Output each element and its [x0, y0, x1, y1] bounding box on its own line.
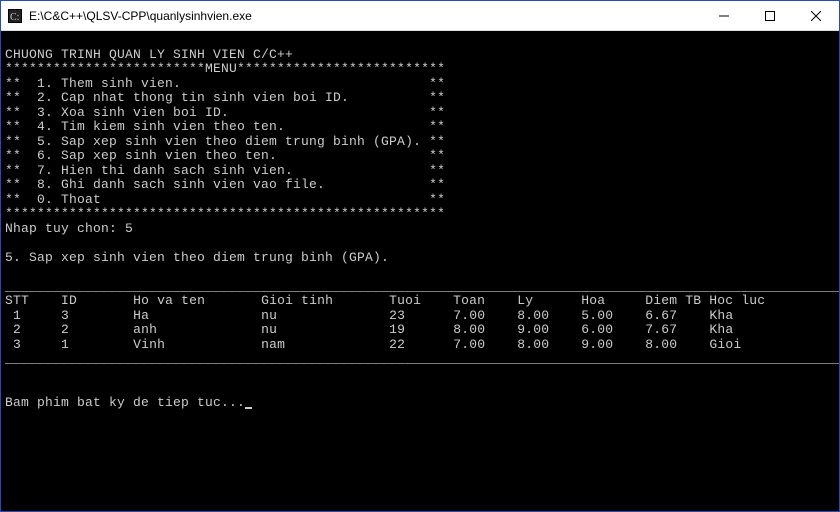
- col-gender: Gioi tinh: [261, 293, 333, 308]
- menu-item: ** 5. Sap xep sinh vien theo diem trung …: [5, 135, 835, 150]
- col-toan: Toan: [453, 293, 485, 308]
- menu-item: ** 0. Thoat **: [5, 193, 835, 208]
- col-hocluc: Hoc luc: [709, 293, 765, 308]
- continue-prompt: Bam phim bat ky de tiep tuc...: [5, 395, 245, 410]
- menu-separator-top: *************************MENU***********…: [5, 61, 445, 76]
- program-header: CHUONG TRINH QUAN LY SINH VIEN C/C++: [5, 47, 293, 62]
- text-cursor: [245, 407, 252, 409]
- col-age: Tuoi: [389, 293, 421, 308]
- col-ly: Ly: [517, 293, 533, 308]
- table-rule: ________________________________________…: [5, 279, 839, 294]
- col-stt: STT: [5, 293, 29, 308]
- menu-item: ** 4. Tim kiem sinh vien theo ten. **: [5, 120, 835, 135]
- col-tb: Diem TB: [645, 293, 701, 308]
- table-row: 2 2 anh nu 19 8.00 9.00 6.00 7.67 Kha: [5, 322, 733, 337]
- menu-item: ** 1. Them sinh vien. **: [5, 77, 835, 92]
- table-rule: ________________________________________…: [5, 351, 839, 366]
- window-controls: [701, 1, 839, 30]
- menu-separator-bottom: ****************************************…: [5, 207, 835, 222]
- maximize-button[interactable]: [747, 1, 793, 30]
- selection-echo: 5. Sap xep sinh vien theo diem trung bin…: [5, 250, 389, 265]
- col-hoa: Hoa: [581, 293, 605, 308]
- menu-item: ** 3. Xoa sinh vien boi ID. **: [5, 106, 835, 121]
- svg-text:C:: C:: [10, 12, 19, 23]
- app-icon: C:: [7, 8, 23, 24]
- titlebar[interactable]: C: E:\C&C++\QLSV-CPP\quanlysinhvien.exe: [1, 1, 839, 31]
- close-button[interactable]: [793, 1, 839, 30]
- col-id: ID: [61, 293, 77, 308]
- window-title: E:\C&C++\QLSV-CPP\quanlysinhvien.exe: [29, 9, 701, 23]
- input-prompt: Nhap tuy chon: 5: [5, 221, 133, 236]
- table-header-row: STT ID Ho va ten Gioi tinh Tuoi Toan Ly …: [5, 293, 765, 308]
- menu-item: ** 8. Ghi danh sach sinh vien vao file. …: [5, 178, 835, 193]
- table-row: 3 1 Vinh nam 22 7.00 8.00 9.00 8.00 Gioi: [5, 337, 741, 352]
- minimize-button[interactable]: [701, 1, 747, 30]
- col-name: Ho va ten: [133, 293, 205, 308]
- table-row: 1 3 Ha nu 23 7.00 8.00 5.00 6.67 Kha: [5, 308, 733, 323]
- menu-item: ** 6. Sap xep sinh vien theo ten. **: [5, 149, 835, 164]
- menu-item: ** 7. Hien thi danh sach sinh vien. **: [5, 164, 835, 179]
- console-output[interactable]: CHUONG TRINH QUAN LY SINH VIEN C/C++ ***…: [1, 31, 839, 511]
- menu-item: ** 2. Cap nhat thong tin sinh vien boi I…: [5, 91, 835, 106]
